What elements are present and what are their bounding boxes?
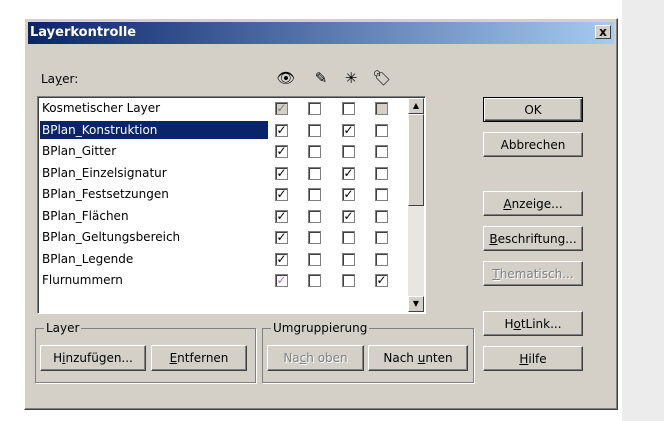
layer-checkbox-cursor-select[interactable]: ✓ [342,209,355,223]
layer-group-label: Layer [44,321,82,335]
layer-checkbox-tag[interactable]: ✓ [375,274,388,287]
layer-name: BPlan_Konstruktion [42,122,158,137]
list-scrollbar[interactable]: ▲ ▼ [408,98,424,312]
layer-checkbox-cursor-select[interactable]: ✓ [342,123,355,137]
layer-checkbox-tag[interactable] [375,166,388,180]
layer-row[interactable]: BPlan_Konstruktion [40,120,268,139]
title-bar[interactable]: Layerkontrolle x [28,22,614,44]
close-icon: x [599,25,607,39]
layer-row[interactable]: BPlan_Flächen [40,207,268,225]
help-button[interactable]: Hilfe [483,346,583,371]
layer-checkbox-pencil[interactable] [308,145,321,158]
layer-list-label: Layer: [41,72,79,86]
layer-name: BPlan_Geltungsbereich [42,230,181,244]
background-panel [622,0,664,421]
layer-name: Flurnummern [42,273,123,287]
layer-checkbox-tag[interactable] [375,123,388,137]
layer-checkbox-eye[interactable]: ✓ [275,231,288,244]
layer-checkbox-eye[interactable]: ✓ [275,209,288,223]
layer-checkbox-tag[interactable] [375,209,388,223]
labeling-button[interactable]: Beschriftung... [483,226,583,251]
layer-name: BPlan_Einzelsignatur [42,165,167,180]
layer-row[interactable]: BPlan_Legende [40,250,268,268]
add-layer-button[interactable]: Hinzufügen... [40,345,146,371]
move-up-button[interactable]: Nach oben [267,345,364,371]
layer-row[interactable]: BPlan_Einzelsignatur [40,164,268,182]
layer-checkbox-cursor-select[interactable]: ✓ [342,166,355,180]
layer-checkbox-tag[interactable] [375,231,388,244]
layer-checkbox-eye[interactable]: ✓ [275,252,288,266]
layer-checkbox-pencil[interactable] [308,102,321,115]
ok-button[interactable]: OK [483,97,583,122]
layer-checkbox-tag[interactable] [375,102,388,115]
layer-checkbox-pencil[interactable] [308,231,321,244]
scroll-down-button[interactable]: ▼ [408,296,424,312]
remove-layer-button[interactable]: Entfernen [151,345,247,371]
tag-icon: 🏷 [372,69,392,87]
layer-checkbox-pencil[interactable] [308,252,321,266]
layer-checkbox-eye[interactable]: ✓ [275,274,288,287]
close-button[interactable]: x [595,25,611,39]
layer-checkbox-pencil[interactable] [308,188,321,201]
pencil-icon: ✎ [314,69,328,87]
layer-checkbox-tag[interactable] [375,188,388,201]
hotlink-button[interactable]: HotLink... [483,311,583,336]
layer-row[interactable]: BPlan_Geltungsbereich [40,228,268,246]
layer-checkbox-tag[interactable] [375,252,388,266]
thematic-button[interactable]: Thematisch... [483,261,583,286]
layer-checkbox-eye[interactable]: ✓ [275,102,288,115]
layer-checkbox-cursor-select[interactable] [342,231,355,244]
layer-checkbox-pencil[interactable] [308,274,321,287]
move-down-button[interactable]: Nach unten [368,345,468,371]
layer-checkbox-eye[interactable]: ✓ [275,188,288,201]
layer-name: BPlan_Flächen [42,208,129,223]
layer-checkbox-pencil[interactable] [308,209,321,223]
layer-checkbox-eye[interactable]: ✓ [275,145,288,158]
cursor-select-icon: ✳ [344,69,358,87]
layer-checkbox-cursor-select[interactable] [342,274,355,287]
layer-name: Kosmetischer Layer [42,101,161,115]
layer-checkbox-pencil[interactable] [308,166,321,180]
regroup-group-label: Umgruppierung [271,321,370,335]
scroll-thumb[interactable] [408,114,424,206]
scroll-up-button[interactable]: ▲ [408,98,424,114]
layer-checkbox-cursor-select[interactable] [342,252,355,266]
layer-listbox[interactable]: ▲ ▼ Kosmetischer Layer ✓ BPlan_Konstruktio… [37,96,426,314]
layer-name: BPlan_Gitter [42,144,117,158]
layer-checkbox-cursor-select[interactable]: ✓ [342,188,355,201]
layer-row[interactable]: Kosmetischer Layer [40,99,268,117]
layer-checkbox-eye[interactable]: ✓ [275,166,288,180]
layer-checkbox-eye[interactable]: ✓ [275,123,288,137]
layer-control-dialog: Layerkontrolle x Layer: 👁 ✎ ✳ 🏷 ▲ ▼ Kosm… [24,18,618,410]
layer-checkbox-pencil[interactable] [308,123,321,137]
layer-name: BPlan_Legende [42,251,134,266]
eye-icon: 👁 [276,69,296,87]
display-button[interactable]: Anzeige... [483,191,583,216]
layer-row[interactable]: BPlan_Festsetzungen [40,185,268,203]
layer-row[interactable]: BPlan_Gitter [40,142,268,160]
layer-checkbox-tag[interactable] [375,145,388,158]
layer-name: BPlan_Festsetzungen [42,187,169,201]
layer-row[interactable]: Flurnummern [40,271,268,289]
cancel-button[interactable]: Abbrechen [483,132,583,157]
layer-checkbox-cursor-select[interactable] [342,102,355,115]
layer-checkbox-cursor-select[interactable] [342,145,355,158]
dialog-title: Layerkontrolle [30,25,137,40]
